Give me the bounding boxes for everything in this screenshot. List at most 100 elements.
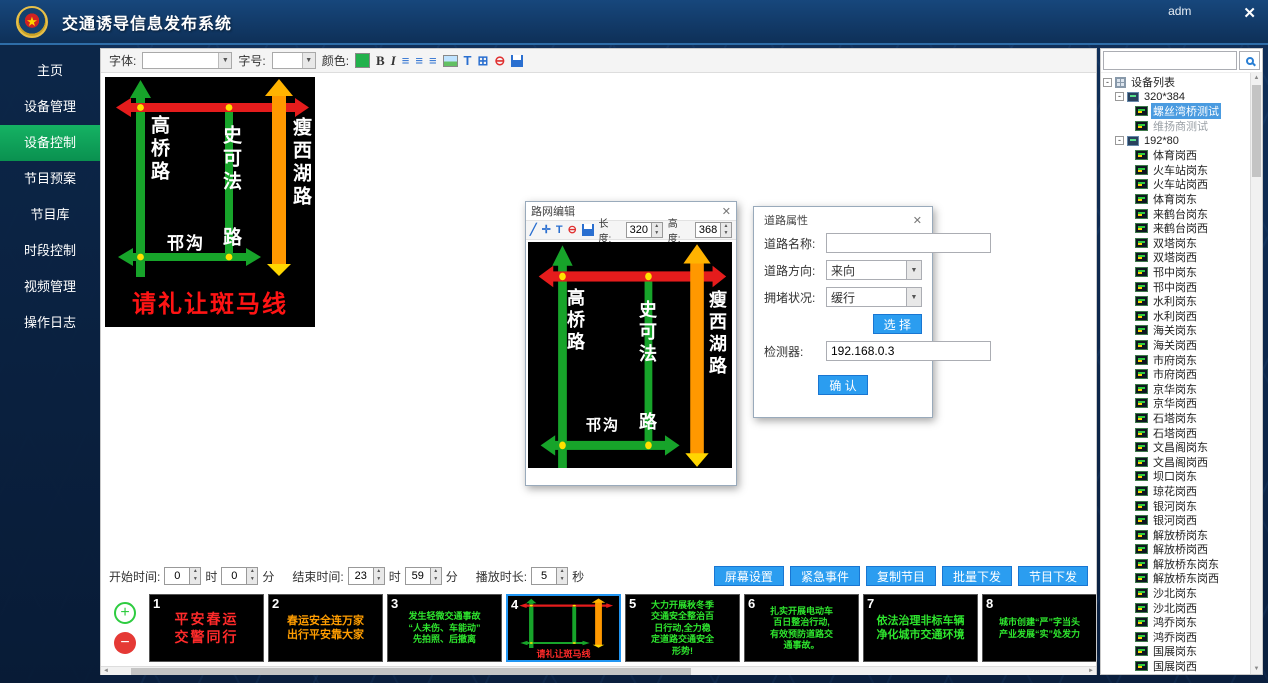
program-thumbnail[interactable]: 2春运安全连万家出行平安靠大家	[268, 594, 383, 662]
end-hour-stepper[interactable]: ▲▼	[348, 567, 385, 585]
tree-device-item[interactable]: 双塔岗西	[1101, 250, 1250, 265]
font-family-select[interactable]: ▼	[142, 52, 232, 69]
tree-device-item[interactable]: 鸿乔岗东	[1101, 615, 1250, 630]
remove-icon[interactable]: ⊖	[494, 54, 505, 67]
start-hour-stepper[interactable]: ▲▼	[164, 567, 201, 585]
sidebar-item[interactable]: 视频管理	[0, 269, 100, 305]
start-minute-stepper[interactable]: ▲▼	[221, 567, 258, 585]
sidebar-item[interactable]: 节目库	[0, 197, 100, 233]
step-up-icon[interactable]: ▲	[190, 568, 200, 576]
resize-icon[interactable]: ⊞	[478, 54, 489, 67]
length-stepper[interactable]: ▲▼	[626, 222, 663, 238]
tree-device-item[interactable]: 解放桥岗东	[1101, 527, 1250, 542]
insert-image-icon[interactable]	[443, 55, 458, 67]
sidebar-item[interactable]: 时段控制	[0, 233, 100, 269]
tree-device-item[interactable]: 水利岗西	[1101, 309, 1250, 324]
tree-group[interactable]: -320*384	[1101, 90, 1250, 105]
tree-device-item[interactable]: 银河岗西	[1101, 513, 1250, 528]
collapse-toggle-icon[interactable]: -	[1115, 136, 1124, 145]
step-down-icon[interactable]: ▼	[190, 576, 200, 584]
height-stepper[interactable]: ▲▼	[695, 222, 732, 238]
step-up-icon[interactable]: ▲	[721, 223, 731, 230]
road-name-input[interactable]	[826, 233, 991, 253]
tree-device-item[interactable]: 邗中岗东	[1101, 265, 1250, 280]
end-hour-input[interactable]	[349, 568, 373, 584]
program-thumbnail[interactable]: 8城市创建“严”字当头产业发展“实”处发力	[982, 594, 1096, 662]
tree-device-item[interactable]: 解放桥东岗东	[1101, 557, 1250, 572]
text-tool-icon[interactable]: T	[464, 54, 472, 67]
tree-device-item[interactable]: 市府岗东	[1101, 352, 1250, 367]
tree-device-item[interactable]: 琼花岗西	[1101, 484, 1250, 499]
road-map-canvas[interactable]: 高桥路 史可法 路 邗沟 瘦西湖路	[528, 242, 732, 468]
scrollbar-thumb[interactable]	[131, 668, 691, 675]
scroll-left-icon[interactable]: ◄	[101, 667, 111, 675]
tree-device-item[interactable]: 石塔岗西	[1101, 425, 1250, 440]
program-thumbnail[interactable]: 1平安春运交警同行	[149, 594, 264, 662]
tree-device-item[interactable]: 沙北岗西	[1101, 600, 1250, 615]
align-center-icon[interactable]: ≡	[415, 54, 423, 67]
tree-device-item[interactable]: 国展岗东	[1101, 644, 1250, 659]
scrollbar-thumb[interactable]	[1252, 85, 1261, 177]
congestion-select[interactable]: 缓行 ▼	[826, 287, 922, 307]
align-left-icon[interactable]: ≡	[402, 54, 410, 67]
remove-icon[interactable]: ⊖	[568, 225, 577, 236]
tree-device-item[interactable]: 国展岗西	[1101, 659, 1250, 674]
color-swatch[interactable]	[355, 53, 370, 68]
tree-device-item[interactable]: 火车站岗西	[1101, 177, 1250, 192]
scroll-right-icon[interactable]: ►	[1086, 667, 1096, 675]
tree-device-item[interactable]: 体育岗西	[1101, 148, 1250, 163]
tree-device-item[interactable]: 水利岗东	[1101, 294, 1250, 309]
tree-device-item[interactable]: 文昌阁岗东	[1101, 440, 1250, 455]
detector-input[interactable]	[826, 341, 991, 361]
font-size-select[interactable]: ▼	[272, 52, 316, 69]
scroll-down-icon[interactable]: ▼	[1251, 664, 1262, 674]
led-preview[interactable]: 高桥路 史可法 路 邗沟 瘦西湖路 请礼让斑马线	[105, 77, 315, 327]
align-right-icon[interactable]: ≡	[429, 54, 437, 67]
add-program-button[interactable]: +	[114, 602, 136, 624]
action-button[interactable]: 紧急事件	[790, 566, 860, 586]
bold-icon[interactable]: B	[376, 54, 385, 67]
tree-device-item[interactable]: 来鹤台岗东	[1101, 206, 1250, 221]
horizontal-scrollbar[interactable]: ◄ ►	[101, 666, 1096, 675]
tree-device-item[interactable]: 维扬商测试	[1101, 119, 1250, 134]
tree-device-item[interactable]: 体育岗东	[1101, 192, 1250, 207]
tree-device-item[interactable]: 螺丝湾桥测试	[1101, 104, 1250, 119]
text-tool-icon[interactable]: T	[556, 225, 563, 236]
action-button[interactable]: 批量下发	[942, 566, 1012, 586]
program-thumbnail[interactable]: 7依法治理非标车辆净化城市交通环境	[863, 594, 978, 662]
tree-device-item[interactable]: 火车站岗东	[1101, 163, 1250, 178]
step-up-icon[interactable]: ▲	[652, 223, 662, 230]
tree-device-item[interactable]: 双塔岗东	[1101, 236, 1250, 251]
tree-device-item[interactable]: 京华岗东	[1101, 381, 1250, 396]
close-icon[interactable]: ✕	[913, 214, 922, 227]
length-input[interactable]	[627, 223, 651, 237]
step-down-icon[interactable]: ▼	[247, 576, 257, 584]
duration-stepper[interactable]: ▲▼	[531, 567, 568, 585]
program-thumbnail[interactable]: 4 请礼让斑马线	[506, 594, 621, 662]
tree-group[interactable]: -192*80	[1101, 133, 1250, 148]
delete-program-button[interactable]: −	[114, 632, 136, 654]
step-down-icon[interactable]: ▼	[721, 230, 731, 237]
add-cross-icon[interactable]: ✛	[542, 225, 551, 236]
tree-device-item[interactable]: 海关岗西	[1101, 338, 1250, 353]
logged-in-user[interactable]: adm	[1168, 4, 1191, 18]
tree-device-item[interactable]: 解放桥岗西	[1101, 542, 1250, 557]
action-button[interactable]: 复制节目	[866, 566, 936, 586]
end-minute-input[interactable]	[406, 568, 430, 584]
close-window-icon[interactable]: ✕	[1243, 4, 1256, 22]
save-icon[interactable]	[511, 55, 523, 67]
tree-device-item[interactable]: 石塔岗东	[1101, 411, 1250, 426]
action-button[interactable]: 节目下发	[1018, 566, 1088, 586]
tree-device-item[interactable]: 来鹤台岗西	[1101, 221, 1250, 236]
sidebar-item[interactable]: 操作日志	[0, 305, 100, 341]
italic-icon[interactable]: I	[391, 54, 396, 67]
step-down-icon[interactable]: ▼	[431, 576, 441, 584]
tree-device-item[interactable]: 解放桥东岗西	[1101, 571, 1250, 586]
search-button[interactable]	[1239, 51, 1260, 70]
step-up-icon[interactable]: ▲	[557, 568, 567, 576]
step-up-icon[interactable]: ▲	[431, 568, 441, 576]
road-direction-select[interactable]: 来向 ▼	[826, 260, 922, 280]
close-icon[interactable]: ✕	[722, 205, 731, 218]
collapse-toggle-icon[interactable]: -	[1103, 78, 1112, 87]
action-button[interactable]: 屏幕设置	[714, 566, 784, 586]
